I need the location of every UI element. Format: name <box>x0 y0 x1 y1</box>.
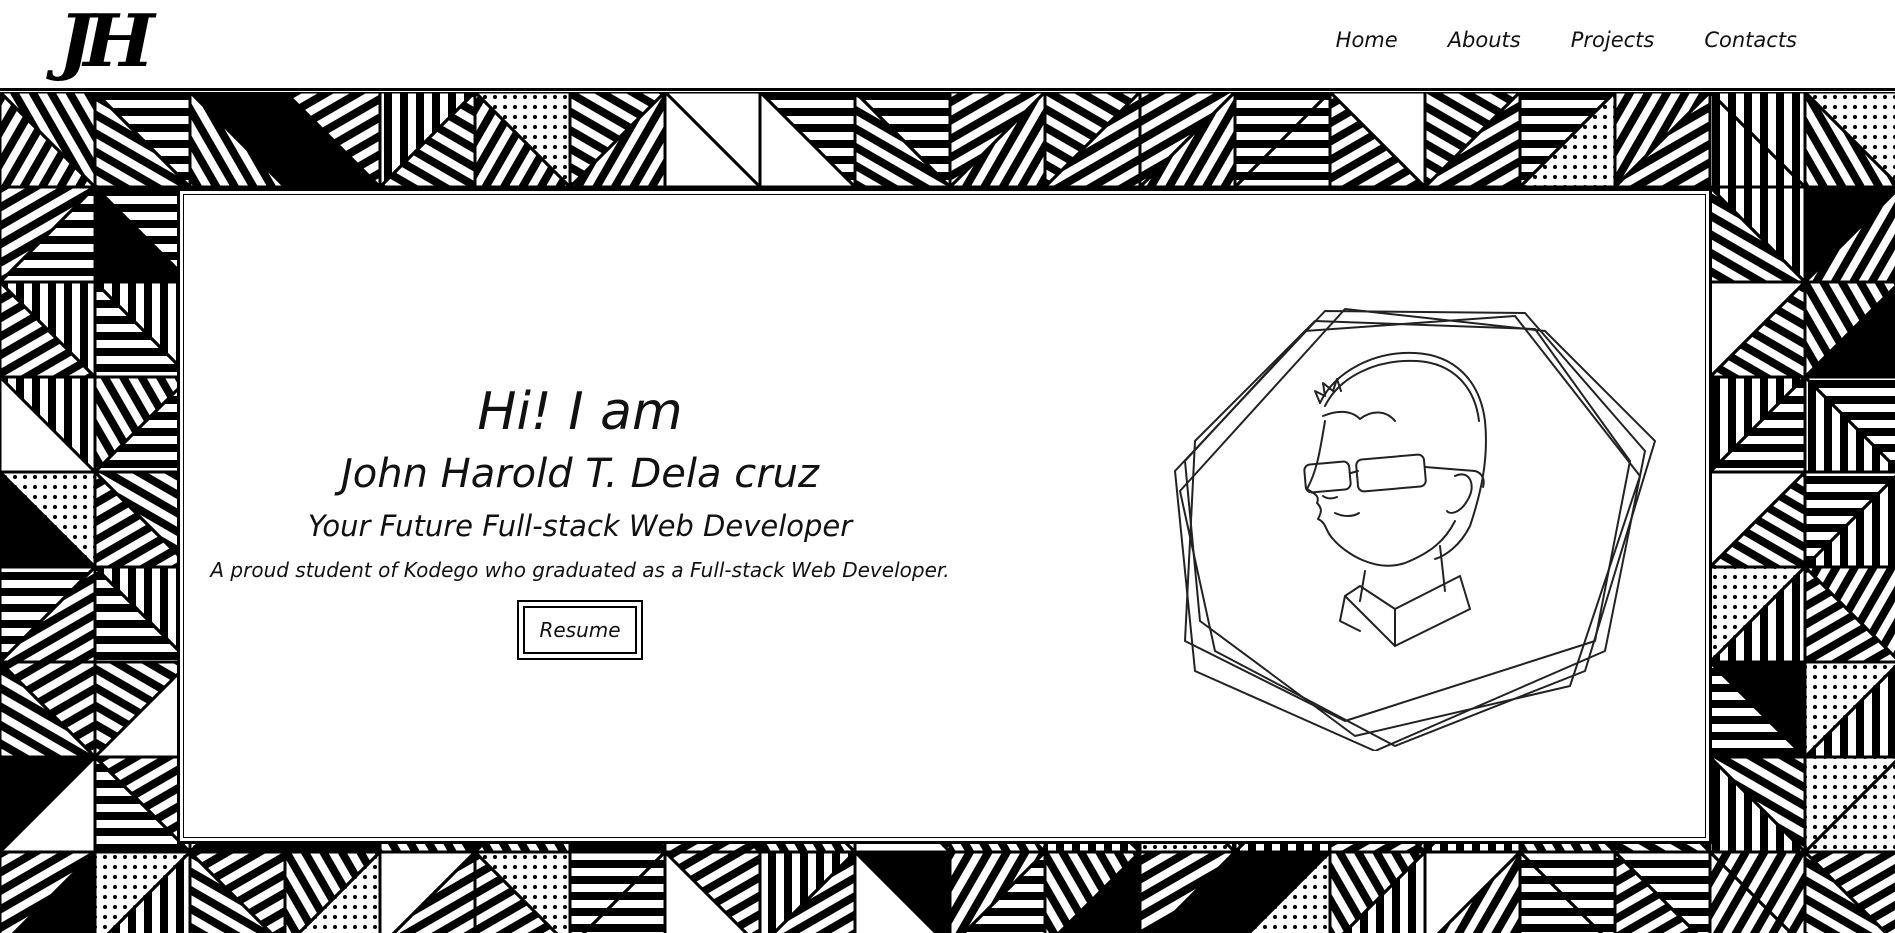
resume-button[interactable]: Resume <box>517 600 643 660</box>
site-header: JH Home Abouts Projects Contacts <box>0 0 1895 95</box>
hero-card: Hi! I am John Harold T. Dela cruz Your F… <box>177 188 1712 844</box>
portrait-mouth <box>1334 512 1360 517</box>
hero-tagline: Your Future Full-stack Web Developer <box>307 509 853 543</box>
nav-home-link[interactable]: Home <box>1336 28 1398 52</box>
portrait-neck <box>1359 545 1446 602</box>
nav-projects-link[interactable]: Projects <box>1571 28 1655 52</box>
hero-description: A proud student of Kodego who graduated … <box>210 558 950 582</box>
hero-name: John Harold T. Dela cruz <box>340 451 820 497</box>
portrait-glasses-lens-left <box>1303 460 1352 494</box>
hero-intro: Hi! I am John Harold T. Dela cruz Your F… <box>200 381 960 660</box>
portrait-face-profile <box>1306 420 1456 567</box>
portrait-frame-polygon <box>1174 310 1646 751</box>
main-nav: Home Abouts Projects Contacts <box>1336 28 1797 52</box>
portrait-frame-polygon <box>1184 320 1631 722</box>
nav-abouts-link[interactable]: Abouts <box>1448 28 1521 52</box>
portrait-illustration <box>1174 308 1656 751</box>
resume-button-label: Resume <box>523 606 637 654</box>
portrait-eyebrow-line <box>1322 410 1396 422</box>
portrait-collar <box>1344 575 1471 647</box>
portrait-glasses-lens-right <box>1355 453 1427 493</box>
portrait-ear <box>1446 473 1473 514</box>
logo[interactable]: JH <box>57 0 155 83</box>
hero-greeting: Hi! I am <box>477 382 683 442</box>
portrait-glasses-temple <box>1424 466 1485 488</box>
logo-text: JH <box>57 0 155 83</box>
nav-contacts-link[interactable]: Contacts <box>1704 28 1797 52</box>
portrait-frame-polygon <box>1179 308 1656 747</box>
portrait-nostril <box>1322 495 1338 500</box>
